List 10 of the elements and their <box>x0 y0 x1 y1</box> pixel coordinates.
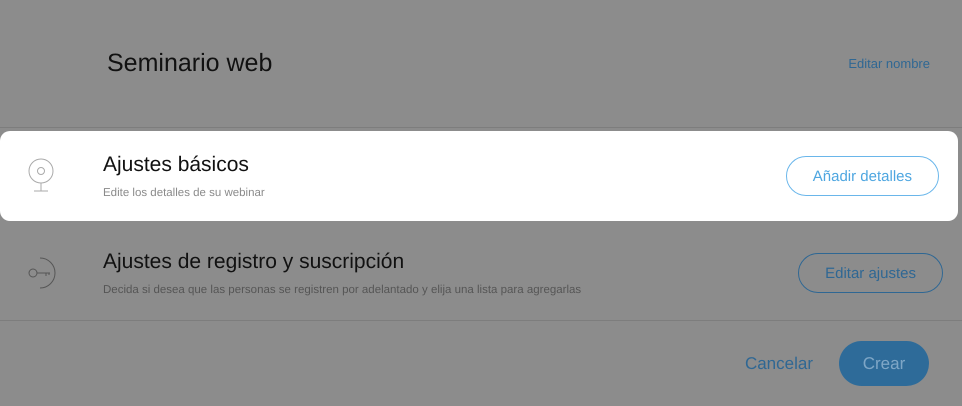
section-description: Edite los detalles de su webinar <box>103 187 266 199</box>
create-button[interactable]: Crear <box>839 341 929 386</box>
section-title: Ajustes de registro y suscripción <box>103 250 406 274</box>
page-title: Seminario web <box>107 49 272 78</box>
webcam-icon <box>26 158 56 194</box>
edit-name-link[interactable]: Editar nombre <box>848 56 930 71</box>
section-button[interactable]: Añadir detalles <box>786 156 939 196</box>
cancel-button[interactable]: Cancelar <box>744 354 813 374</box>
section-button[interactable]: Editar ajustes <box>798 253 943 293</box>
section-title: Ajustes básicos <box>103 153 250 177</box>
